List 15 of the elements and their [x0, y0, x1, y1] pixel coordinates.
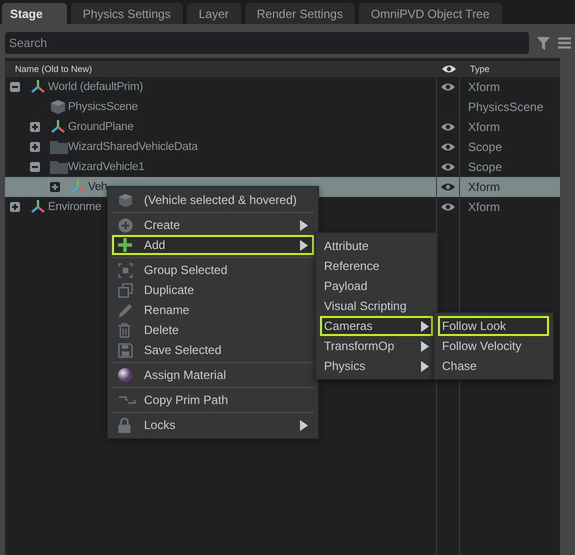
prim-type: Xform [468, 200, 500, 214]
prim-name: Environme [48, 201, 102, 213]
prim-name: PhysicsScene [68, 101, 138, 113]
prim-name: Veh [88, 181, 108, 193]
prim-type: Scope [468, 160, 502, 174]
prim-type: Xform [468, 180, 500, 194]
prim-type: Xform [468, 120, 500, 134]
prim-name: GroundPlane [68, 121, 134, 133]
prim-name: World (defaultPrim) [48, 81, 144, 93]
prim-name: WizardSharedVehicleData [68, 141, 198, 153]
prim-type: PhysicsScene [468, 100, 544, 114]
prim-name: WizardVehicle1 [68, 161, 144, 173]
prim-type: Xform [468, 80, 500, 94]
prim-type: Scope [468, 140, 502, 154]
menu-title: (Vehicle selected & hovered) [112, 190, 314, 210]
